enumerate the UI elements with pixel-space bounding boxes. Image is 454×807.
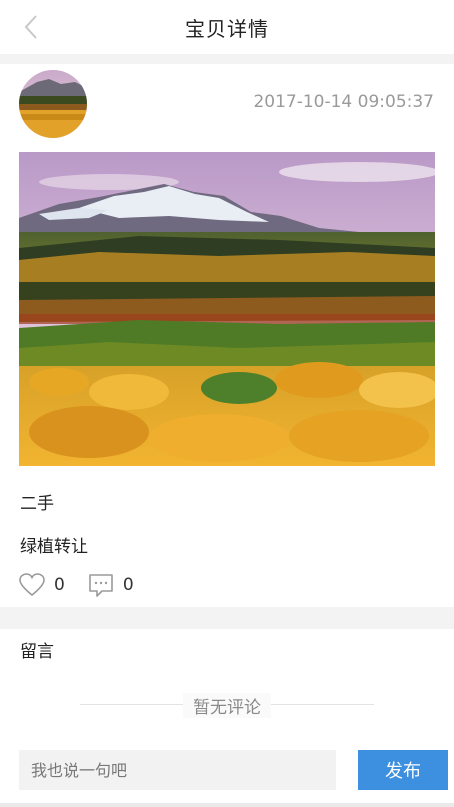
heart-icon bbox=[19, 573, 45, 597]
empty-comments-indicator: 暂无评论 bbox=[80, 693, 374, 718]
post-photo[interactable] bbox=[19, 152, 435, 466]
comment-button[interactable]: 0 bbox=[87, 572, 134, 598]
like-button[interactable]: 0 bbox=[18, 572, 65, 598]
comments-section-label: 留言 bbox=[20, 642, 54, 662]
comment-count: 0 bbox=[122, 575, 134, 595]
post-title: 绿植转让 bbox=[20, 537, 88, 557]
like-count: 0 bbox=[54, 575, 65, 595]
chevron-left-icon bbox=[24, 15, 37, 39]
post-timestamp: 2017-10-14 09:05:37 bbox=[253, 92, 434, 112]
top-nav-bar: 宝贝详情 bbox=[0, 0, 454, 54]
page-title: 宝贝详情 bbox=[185, 16, 269, 41]
post-stats: 0 0 bbox=[18, 570, 156, 600]
bottom-edge bbox=[0, 803, 454, 807]
empty-comments-text: 暂无评论 bbox=[183, 693, 271, 718]
comment-icon bbox=[89, 574, 113, 597]
comment-input[interactable] bbox=[19, 750, 336, 790]
back-button[interactable] bbox=[18, 12, 44, 42]
header-divider-band bbox=[0, 54, 454, 64]
section-divider-band bbox=[0, 607, 454, 629]
avatar[interactable] bbox=[19, 70, 87, 138]
publish-button[interactable]: 发布 bbox=[358, 750, 448, 790]
post-category: 二手 bbox=[20, 494, 54, 514]
